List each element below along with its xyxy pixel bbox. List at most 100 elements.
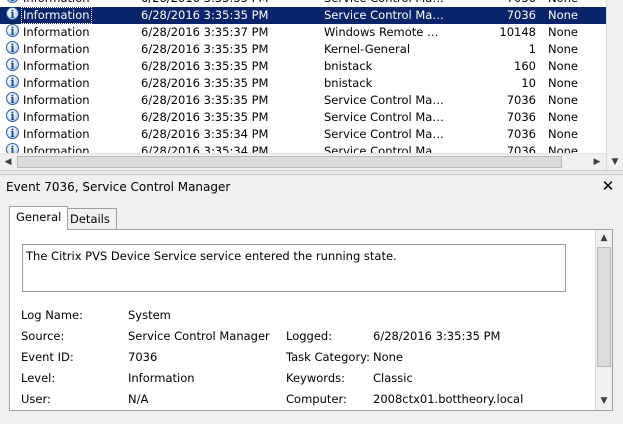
- event-source: Service Control Manager: [324, 127, 444, 141]
- event-datetime: 6/28/2016 3:35:35 PM: [141, 42, 269, 56]
- event-task-category: None: [548, 8, 579, 22]
- event-level: Information: [23, 76, 90, 90]
- logged-value: 6/28/2016 3:35:35 PM: [373, 329, 501, 343]
- event-id: 7036: [506, 93, 536, 107]
- event-source: Service Control Manager: [324, 93, 444, 107]
- detail-vertical-scrollbar[interactable]: ▲ ▼: [595, 230, 612, 410]
- event-id: 160: [514, 59, 536, 73]
- event-datetime: 6/28/2016 3:35:34 PM: [141, 127, 269, 141]
- event-datetime: 6/28/2016 3:35:35 PM: [141, 59, 269, 73]
- event-row[interactable]: Information 6/28/2016 3:35:35 PM Service C…: [0, 0, 606, 7]
- event-task-category: None: [548, 0, 578, 7]
- information-icon: [6, 57, 19, 74]
- event-id: 10: [521, 76, 536, 90]
- event-datetime: 6/28/2016 3:35:35 PM: [141, 110, 269, 124]
- event-source: bnistack: [324, 76, 373, 90]
- event-level: Information: [23, 59, 90, 73]
- information-icon: [6, 23, 19, 40]
- information-icon: [6, 108, 19, 125]
- scroll-up-icon[interactable]: ▲: [596, 230, 612, 246]
- source-label: Source:: [21, 329, 65, 343]
- event-source: Service Control Manager: [324, 110, 444, 124]
- information-icon: [6, 91, 19, 108]
- event-task-category: None: [548, 25, 579, 39]
- event-id-value: 7036: [128, 350, 158, 364]
- event-id: 7036: [480, 0, 536, 7]
- user-value: N/A: [128, 392, 149, 406]
- event-row[interactable]: Information 6/28/2016 3:35:35 PM bnistack 1…: [0, 74, 606, 92]
- detail-title: Event 7036, Service Control Manager: [6, 180, 231, 194]
- event-level: Information: [23, 42, 90, 56]
- keywords-value: Classic: [373, 371, 413, 385]
- logged-label: Logged:: [286, 329, 333, 343]
- event-id: 7036: [506, 127, 536, 141]
- computer-label: Computer:: [286, 392, 347, 406]
- event-level: Information: [21, 0, 92, 7]
- event-datetime: 6/28/2016 3:35:35 PM: [141, 0, 268, 7]
- level-label: Level:: [21, 371, 56, 385]
- task-category-value: None: [373, 350, 404, 364]
- task-category-label: Task Category:: [286, 350, 371, 364]
- event-list[interactable]: Information 6/28/2016 3:35:35 PM Service C…: [0, 0, 623, 170]
- tab-general[interactable]: General: [9, 206, 69, 230]
- event-source: Windows Remote Man…: [324, 25, 444, 39]
- event-row[interactable]: Information 6/28/2016 3:35:35 PM Service C…: [0, 108, 606, 126]
- event-row[interactable]: Information 6/28/2016 3:35:37 PM Windows R…: [0, 23, 606, 41]
- event-source: bnistack: [324, 59, 373, 73]
- event-source: Service Control Manager: [324, 0, 444, 7]
- tab-details[interactable]: Details: [63, 208, 117, 229]
- close-icon[interactable]: ✕: [600, 177, 616, 195]
- horizontal-scrollbar[interactable]: ◀ ▶: [0, 153, 606, 170]
- scroll-down-icon[interactable]: ▼: [596, 393, 612, 409]
- event-datetime: 6/28/2016 3:35:35 PM: [141, 76, 269, 90]
- information-icon: [6, 40, 19, 57]
- event-task-category: None: [548, 76, 579, 90]
- scroll-left-icon[interactable]: ◀: [0, 154, 16, 170]
- event-row[interactable]: Information 6/28/2016 3:35:35 PM Service C…: [0, 91, 606, 109]
- event-id: 7036: [506, 110, 536, 124]
- log-name-value: System: [128, 308, 171, 322]
- horizontal-scroll-thumb[interactable]: [17, 156, 562, 168]
- pane-splitter[interactable]: [0, 170, 623, 175]
- level-value: Information: [128, 371, 195, 385]
- event-id: 10148: [499, 25, 536, 39]
- event-datetime: 6/28/2016 3:35:35 PM: [141, 8, 269, 22]
- event-task-category: None: [548, 42, 579, 56]
- information-icon: [6, 6, 19, 23]
- event-task-category: None: [548, 93, 579, 107]
- detail-scroll-thumb[interactable]: [597, 247, 611, 367]
- event-datetime: 6/28/2016 3:35:35 PM: [141, 93, 269, 107]
- detail-header: Event 7036, Service Control Manager ✕: [0, 176, 623, 198]
- information-icon: [6, 125, 19, 142]
- user-label: User:: [21, 392, 51, 406]
- event-level: Information: [21, 7, 92, 24]
- keywords-label: Keywords:: [286, 371, 345, 385]
- event-row[interactable]: Information 6/28/2016 3:35:34 PM Service C…: [0, 125, 606, 143]
- event-level: Information: [23, 127, 90, 141]
- event-row[interactable]: Information 6/28/2016 3:35:35 PM Kernel-Ge…: [0, 40, 606, 58]
- event-level: Information: [23, 25, 90, 39]
- event-source: Service Control Manager: [324, 8, 444, 22]
- general-tab-panel: The Citrix PVS Device Service service en…: [9, 229, 613, 411]
- event-message[interactable]: The Citrix PVS Device Service service en…: [22, 244, 566, 292]
- vertical-scrollbar[interactable]: ▼: [606, 0, 623, 170]
- event-datetime: 6/28/2016 3:35:37 PM: [141, 25, 269, 39]
- scroll-down-icon[interactable]: ▼: [607, 154, 623, 170]
- information-icon: [6, 0, 19, 6]
- source-value: Service Control Manager: [128, 329, 270, 343]
- event-task-category: None: [548, 59, 579, 73]
- log-name-label: Log Name:: [21, 308, 83, 322]
- event-task-category: None: [548, 110, 579, 124]
- event-id-label: Event ID:: [21, 350, 74, 364]
- event-level: Information: [23, 110, 90, 124]
- event-source: Kernel-General: [324, 42, 411, 56]
- event-row[interactable]: Information 6/28/2016 3:35:35 PM bnistack 1…: [0, 57, 606, 75]
- event-id: 7036: [506, 8, 536, 22]
- computer-value: 2008ctx01.bottheory.local: [373, 392, 524, 406]
- event-level: Information: [23, 93, 90, 107]
- event-row[interactable]: Information 6/28/2016 3:35:35 PM Service C…: [0, 6, 606, 24]
- event-id: 1: [528, 42, 536, 56]
- event-task-category: None: [548, 127, 579, 141]
- information-icon: [6, 74, 19, 91]
- scroll-right-icon[interactable]: ▶: [589, 154, 605, 170]
